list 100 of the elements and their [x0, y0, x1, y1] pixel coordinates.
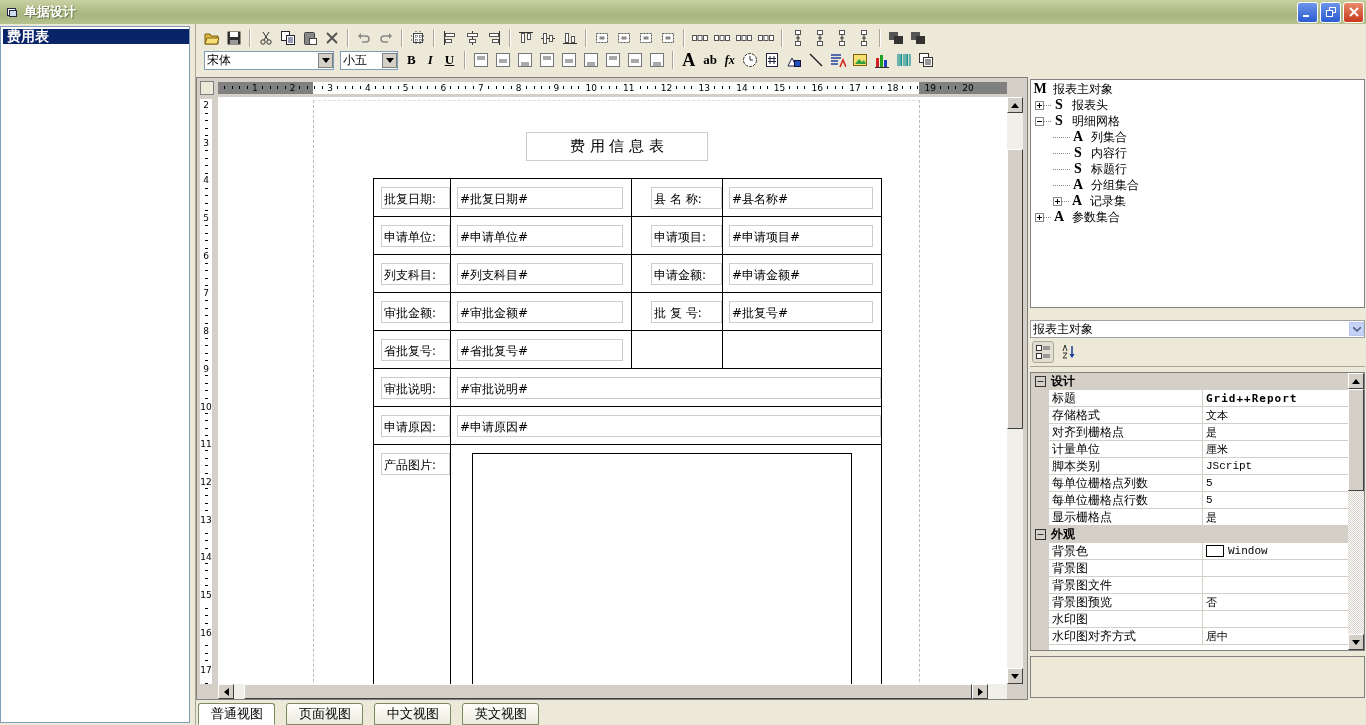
expander-icon[interactable]	[1035, 100, 1044, 110]
label-box[interactable]: 省批复号:	[381, 338, 450, 361]
scroll-up-button[interactable]	[1348, 373, 1364, 389]
label-box[interactable]: 列支科目:	[381, 262, 450, 285]
resize-icon[interactable]	[660, 30, 676, 46]
label-box[interactable]: 县 名 称:	[651, 186, 722, 209]
text-align-icon[interactable]	[473, 52, 490, 68]
snap-to-grid-icon[interactable]	[410, 30, 426, 46]
property-name[interactable]: 标题	[1049, 390, 1203, 407]
collapse-icon[interactable]	[1034, 376, 1046, 387]
field-box[interactable]: #申请金额#	[729, 262, 873, 285]
field-box[interactable]: #申请项目#	[729, 224, 873, 247]
object-dropdown[interactable]: 报表主对象	[1030, 320, 1365, 338]
same-width-icon[interactable]	[594, 30, 610, 46]
insert-tool-button[interactable]: fx	[723, 52, 736, 68]
tree-item[interactable]: 分组集合	[1091, 176, 1139, 194]
field-box[interactable]: #批复号#	[729, 300, 873, 323]
text-align-icon[interactable]	[583, 52, 600, 68]
line-icon[interactable]	[807, 52, 824, 68]
view-tab[interactable]: 普通视图	[198, 703, 275, 725]
property-name[interactable]: 背景图文件	[1049, 577, 1203, 594]
tree-item[interactable]: 报表主对象	[1053, 80, 1113, 98]
tree-item[interactable]: 列集合	[1091, 128, 1127, 146]
property-value[interactable]: 是	[1206, 509, 1217, 525]
property-name[interactable]: 背景色	[1049, 543, 1203, 560]
report-list-item[interactable]: 费用表	[3, 29, 189, 44]
field-box[interactable]: #申请单位#	[457, 224, 623, 247]
vertical-scrollbar[interactable]	[1348, 373, 1364, 650]
property-name[interactable]: 存储格式	[1049, 407, 1203, 424]
insert-tool-button[interactable]: ab	[702, 52, 718, 68]
format-button[interactable]: U	[441, 52, 458, 68]
text-align-icon[interactable]	[649, 52, 666, 68]
field-box[interactable]: #省批复号#	[457, 338, 623, 361]
property-name[interactable]: 脚本类别	[1049, 458, 1203, 475]
clock-icon[interactable]	[741, 52, 758, 68]
font-size-dropdown[interactable]: 小五	[340, 50, 398, 70]
restore-button[interactable]	[1320, 1, 1341, 23]
rich-text-icon[interactable]	[829, 52, 846, 68]
label-box[interactable]: 审批金额:	[381, 300, 450, 323]
property-value[interactable]: 5	[1206, 477, 1213, 489]
property-value[interactable]: Grid++Report	[1206, 391, 1298, 405]
scroll-thumb[interactable]	[1007, 149, 1023, 429]
text-align-icon[interactable]	[539, 52, 556, 68]
tree-item[interactable]: 记录集	[1090, 192, 1126, 210]
same-height-icon[interactable]	[638, 30, 654, 46]
insert-tool-button[interactable]: A	[681, 49, 697, 71]
same-size-icon[interactable]	[616, 30, 632, 46]
property-value[interactable]: 文本	[1206, 407, 1228, 423]
open-folder-icon[interactable]	[204, 30, 220, 46]
view-tab[interactable]: 中文视图	[374, 703, 451, 725]
categorized-view-button[interactable]	[1032, 341, 1054, 363]
property-name[interactable]: 水印图对齐方式	[1049, 628, 1203, 645]
font-dropdown[interactable]: 宋体	[204, 50, 334, 70]
delete-icon[interactable]	[324, 30, 340, 46]
property-name[interactable]: 每单位栅格点行数	[1049, 492, 1203, 509]
label-box[interactable]: 批 复 号:	[651, 300, 722, 323]
label-box[interactable]: 审批说明:	[381, 376, 450, 399]
align-right-icon[interactable]	[486, 30, 502, 46]
property-value[interactable]: Window	[1228, 545, 1268, 557]
tree-item[interactable]: 参数集合	[1072, 208, 1120, 226]
field-box[interactable]: #审批说明#	[457, 376, 881, 399]
expander-icon[interactable]	[1035, 116, 1044, 126]
cut-icon[interactable]	[258, 30, 274, 46]
bring-to-front-icon[interactable]	[888, 30, 904, 46]
tree-item[interactable]: 标题行	[1091, 160, 1127, 178]
scroll-down-button[interactable]	[1007, 668, 1023, 684]
send-to-back-icon[interactable]	[910, 30, 926, 46]
expander-icon[interactable]	[1053, 196, 1062, 206]
text-align-icon[interactable]	[561, 52, 578, 68]
property-name[interactable]: 每单位栅格点列数	[1049, 475, 1203, 492]
property-name[interactable]: 背景图	[1049, 560, 1203, 577]
field-box[interactable]: #列支科目#	[457, 262, 623, 285]
report-title[interactable]: 费 用 信 息 表	[526, 132, 708, 161]
tree-item[interactable]: 报表头	[1072, 96, 1108, 114]
property-value[interactable]: 5	[1206, 494, 1213, 506]
text-align-icon[interactable]	[517, 52, 534, 68]
save-icon[interactable]	[226, 30, 242, 46]
tree-item[interactable]: 明细网格	[1072, 112, 1120, 130]
scroll-up-button[interactable]	[1007, 97, 1023, 113]
bar-chart-icon[interactable]	[873, 52, 890, 68]
text-align-icon[interactable]	[605, 52, 622, 68]
align-bottom-icon[interactable]	[562, 30, 578, 46]
vertical-scrollbar[interactable]	[1007, 97, 1023, 684]
scroll-right-button[interactable]	[972, 684, 988, 699]
scroll-down-button[interactable]	[1348, 634, 1364, 650]
label-box[interactable]: 产品图片:	[381, 453, 450, 475]
text-align-icon[interactable]	[627, 52, 644, 68]
align-left-icon[interactable]	[442, 30, 458, 46]
property-value[interactable]: 否	[1206, 594, 1217, 610]
field-box[interactable]: #申请原因#	[457, 414, 881, 437]
text-align-icon[interactable]	[495, 52, 512, 68]
redo-icon[interactable]	[378, 30, 394, 46]
property-value[interactable]: 厘米	[1206, 441, 1228, 457]
align-top-icon[interactable]	[518, 30, 534, 46]
picture-icon[interactable]	[851, 52, 868, 68]
expander-icon[interactable]	[1035, 212, 1044, 222]
close-button[interactable]	[1343, 1, 1364, 23]
label-box[interactable]: 申请单位:	[381, 224, 450, 247]
format-button[interactable]: B	[404, 52, 419, 68]
label-box[interactable]: 申请原因:	[381, 414, 450, 437]
